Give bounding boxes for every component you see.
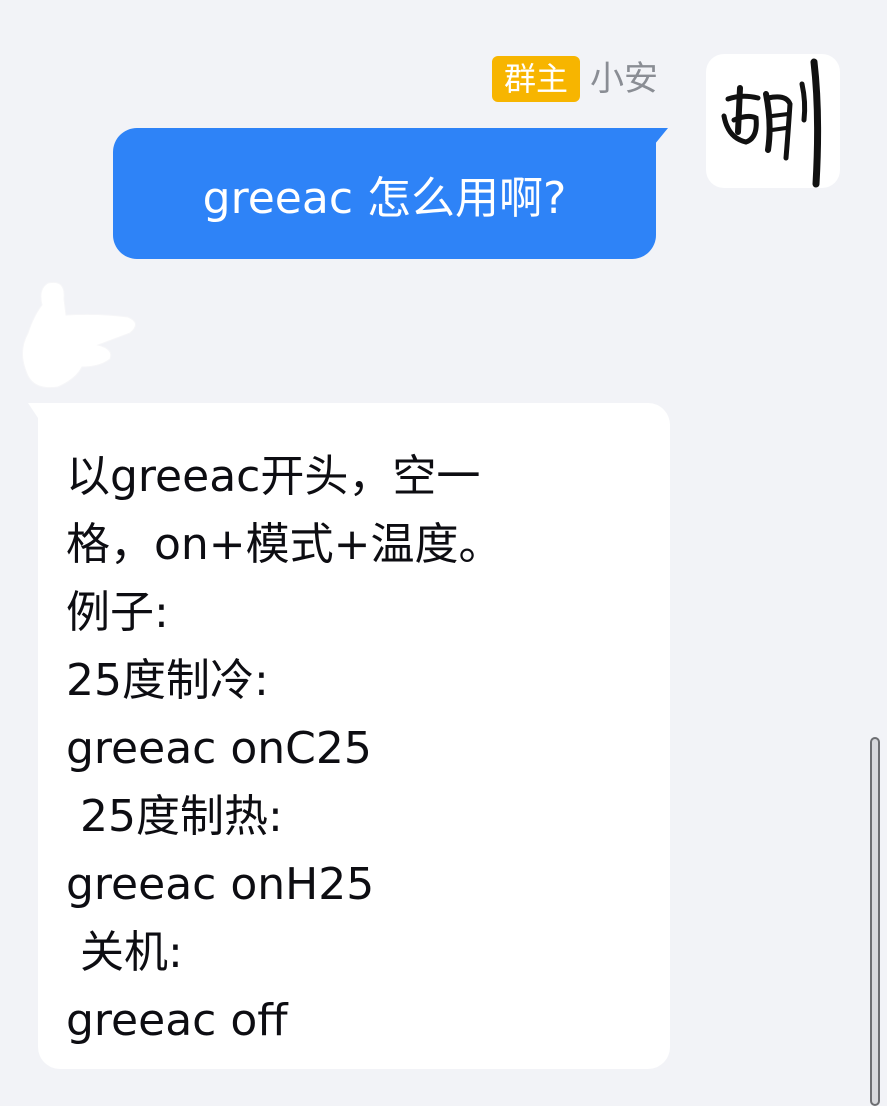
calligraphy-avatar-icon: [721, 58, 822, 188]
reply-line: 25度制冷:: [66, 655, 269, 706]
hand-sticker: [18, 275, 148, 405]
reply-line: 以greeac开头，空一: [66, 451, 481, 502]
sender-info: 群主 小安: [491, 56, 658, 102]
incoming-message-bubble[interactable]: 以greeac开头，空一 格，on+模式+温度。 例子: 25度制冷: gree…: [38, 403, 670, 1069]
avatar[interactable]: [706, 54, 840, 188]
owner-badge: 群主: [491, 56, 580, 102]
reply-line: greeac onC25: [66, 723, 372, 774]
scrollbar[interactable]: [870, 737, 880, 1106]
outgoing-message-bubble[interactable]: greeac 怎么用啊?: [113, 128, 656, 259]
reply-line: greeac off: [66, 995, 288, 1046]
reply-line: 25度制热:: [66, 791, 283, 842]
hand-sticker-icon: [22, 281, 136, 389]
reply-line: 例子:: [66, 587, 169, 638]
reply-line: 格，on+模式+温度。: [66, 519, 503, 570]
reply-line: 关机:: [66, 927, 183, 978]
outgoing-message-text: greeac 怎么用啊?: [202, 172, 567, 224]
reply-line: greeac onH25: [66, 859, 375, 910]
incoming-message-text: 以greeac开头，空一 格，on+模式+温度。 例子: 25度制冷: gree…: [66, 443, 644, 1055]
sender-name[interactable]: 小安: [590, 56, 658, 102]
